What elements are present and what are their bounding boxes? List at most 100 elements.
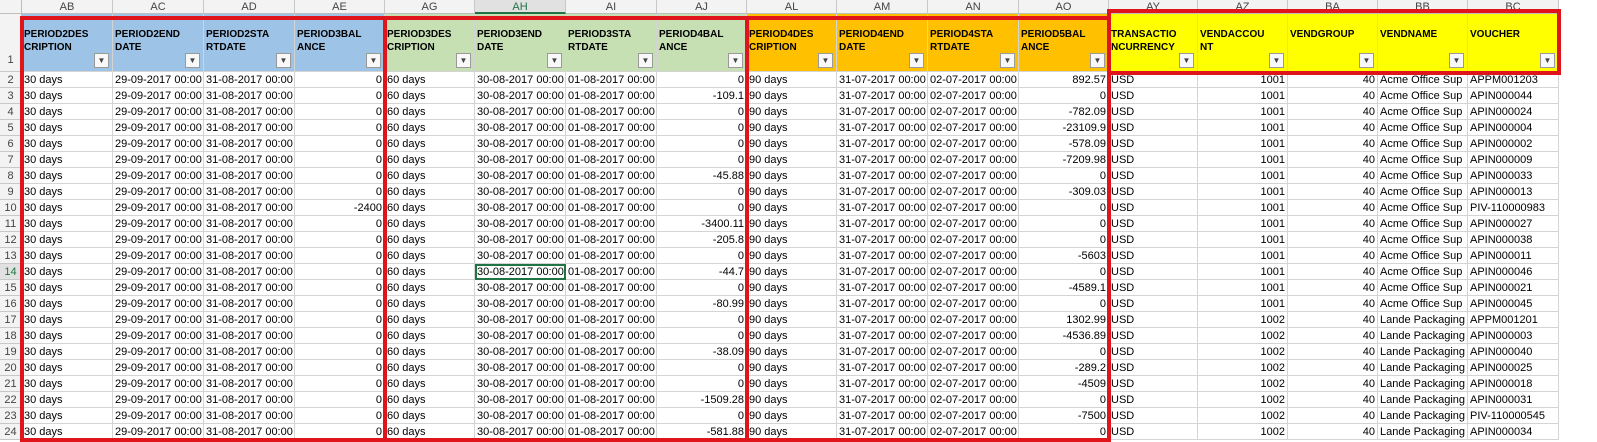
cell-ae19[interactable]: 0: [295, 344, 385, 360]
cell-ac10[interactable]: 29-09-2017 00:00: [113, 200, 204, 216]
cell-bc17[interactable]: APPM001201: [1468, 312, 1559, 328]
cell-ao24[interactable]: 0: [1019, 424, 1109, 440]
cell-ae17[interactable]: 0: [295, 312, 385, 328]
cell-al16[interactable]: 90 days: [747, 296, 837, 312]
cell-ag22[interactable]: 60 days: [385, 392, 475, 408]
cell-am10[interactable]: 31-07-2017 00:00: [837, 200, 928, 216]
cell-ag18[interactable]: 60 days: [385, 328, 475, 344]
cell-an23[interactable]: 02-07-2017 00:00: [928, 408, 1019, 424]
cell-ae7[interactable]: 0: [295, 152, 385, 168]
cell-ab18[interactable]: 30 days: [22, 328, 113, 344]
cell-an15[interactable]: 02-07-2017 00:00: [928, 280, 1019, 296]
cell-ba11[interactable]: 40: [1288, 216, 1378, 232]
cell-aj11[interactable]: -3400.11: [657, 216, 747, 232]
column-header-ay[interactable]: AY: [1109, 0, 1198, 14]
row-header-19[interactable]: 19: [0, 344, 22, 360]
cell-ah19[interactable]: 30-08-2017 00:00: [475, 344, 566, 360]
cell-ad14[interactable]: 31-08-2017 00:00: [204, 264, 295, 280]
filter-dropdown-icon[interactable]: ▼: [1090, 53, 1105, 68]
cell-bb22[interactable]: Lande Packaging: [1378, 392, 1468, 408]
cell-aj13[interactable]: 0: [657, 248, 747, 264]
cell-bc20[interactable]: APIN000025: [1468, 360, 1559, 376]
cell-ao18[interactable]: -4536.89: [1019, 328, 1109, 344]
cell-ad17[interactable]: 31-08-2017 00:00: [204, 312, 295, 328]
cell-an22[interactable]: 02-07-2017 00:00: [928, 392, 1019, 408]
cell-ag7[interactable]: 60 days: [385, 152, 475, 168]
cell-ad18[interactable]: 31-08-2017 00:00: [204, 328, 295, 344]
cell-az6[interactable]: 1001: [1198, 136, 1288, 152]
cell-ag2[interactable]: 60 days: [385, 72, 475, 88]
cell-bc21[interactable]: APIN000018: [1468, 376, 1559, 392]
cell-ag6[interactable]: 60 days: [385, 136, 475, 152]
cell-ac6[interactable]: 29-09-2017 00:00: [113, 136, 204, 152]
cell-ae10[interactable]: -2400: [295, 200, 385, 216]
cell-ae3[interactable]: 0: [295, 88, 385, 104]
cell-az17[interactable]: 1002: [1198, 312, 1288, 328]
cell-ae24[interactable]: 0: [295, 424, 385, 440]
cell-ai10[interactable]: 01-08-2017 00:00: [566, 200, 657, 216]
column-header-aj[interactable]: AJ: [657, 0, 747, 14]
cell-ao15[interactable]: -4589.1: [1019, 280, 1109, 296]
cell-ba2[interactable]: 40: [1288, 72, 1378, 88]
cell-al17[interactable]: 90 days: [747, 312, 837, 328]
cell-bb10[interactable]: Acme Office Sup: [1378, 200, 1468, 216]
filter-dropdown-icon[interactable]: ▼: [1179, 53, 1194, 68]
header-cell-vendname[interactable]: VENDNAME ▼: [1378, 14, 1468, 72]
cell-ag3[interactable]: 60 days: [385, 88, 475, 104]
cell-am3[interactable]: 31-07-2017 00:00: [837, 88, 928, 104]
cell-bc23[interactable]: PIV-110000545: [1468, 408, 1559, 424]
cell-ae2[interactable]: 0: [295, 72, 385, 88]
row-header-17[interactable]: 17: [0, 312, 22, 328]
cell-ba5[interactable]: 40: [1288, 120, 1378, 136]
cell-ah15[interactable]: 30-08-2017 00:00: [475, 280, 566, 296]
cell-ay4[interactable]: USD: [1109, 104, 1198, 120]
cell-an18[interactable]: 02-07-2017 00:00: [928, 328, 1019, 344]
cell-az19[interactable]: 1002: [1198, 344, 1288, 360]
cell-bb3[interactable]: Acme Office Sup: [1378, 88, 1468, 104]
cell-bb5[interactable]: Acme Office Sup: [1378, 120, 1468, 136]
cell-aj3[interactable]: -109.1: [657, 88, 747, 104]
filter-dropdown-icon[interactable]: ▼: [1540, 53, 1555, 68]
cell-ac13[interactable]: 29-09-2017 00:00: [113, 248, 204, 264]
cell-bc19[interactable]: APIN000040: [1468, 344, 1559, 360]
header-cell-period5balance[interactable]: PERIOD5BALANCE ▼: [1019, 14, 1109, 72]
cell-ad20[interactable]: 31-08-2017 00:00: [204, 360, 295, 376]
cell-ad13[interactable]: 31-08-2017 00:00: [204, 248, 295, 264]
cell-ay8[interactable]: USD: [1109, 168, 1198, 184]
cell-am19[interactable]: 31-07-2017 00:00: [837, 344, 928, 360]
row-header-4[interactable]: 4: [0, 104, 22, 120]
cell-ac7[interactable]: 29-09-2017 00:00: [113, 152, 204, 168]
row-header-7[interactable]: 7: [0, 152, 22, 168]
cell-bc14[interactable]: APIN000046: [1468, 264, 1559, 280]
cell-ba7[interactable]: 40: [1288, 152, 1378, 168]
cell-am20[interactable]: 31-07-2017 00:00: [837, 360, 928, 376]
cell-az12[interactable]: 1001: [1198, 232, 1288, 248]
cell-al2[interactable]: 90 days: [747, 72, 837, 88]
row-header-5[interactable]: 5: [0, 120, 22, 136]
cell-ai8[interactable]: 01-08-2017 00:00: [566, 168, 657, 184]
cell-ah7[interactable]: 30-08-2017 00:00: [475, 152, 566, 168]
cell-ao9[interactable]: -309.03: [1019, 184, 1109, 200]
cell-ab17[interactable]: 30 days: [22, 312, 113, 328]
cell-aj2[interactable]: 0: [657, 72, 747, 88]
filter-dropdown-icon[interactable]: ▼: [547, 53, 562, 68]
cell-ab7[interactable]: 30 days: [22, 152, 113, 168]
cell-ah6[interactable]: 30-08-2017 00:00: [475, 136, 566, 152]
cell-al9[interactable]: 90 days: [747, 184, 837, 200]
cell-ab2[interactable]: 30 days: [22, 72, 113, 88]
header-cell-period3startdate[interactable]: PERIOD3STARTDATE ▼: [566, 14, 657, 72]
cell-an8[interactable]: 02-07-2017 00:00: [928, 168, 1019, 184]
row-header-23[interactable]: 23: [0, 408, 22, 424]
cell-ai11[interactable]: 01-08-2017 00:00: [566, 216, 657, 232]
cell-bc18[interactable]: APIN000003: [1468, 328, 1559, 344]
cell-an11[interactable]: 02-07-2017 00:00: [928, 216, 1019, 232]
cell-al19[interactable]: 90 days: [747, 344, 837, 360]
cell-ab22[interactable]: 30 days: [22, 392, 113, 408]
cell-aj21[interactable]: 0: [657, 376, 747, 392]
cell-am9[interactable]: 31-07-2017 00:00: [837, 184, 928, 200]
row-header-22[interactable]: 22: [0, 392, 22, 408]
header-cell-vendgroup[interactable]: VENDGROUP ▼: [1288, 14, 1378, 72]
cell-am7[interactable]: 31-07-2017 00:00: [837, 152, 928, 168]
cell-ba8[interactable]: 40: [1288, 168, 1378, 184]
cell-ay10[interactable]: USD: [1109, 200, 1198, 216]
